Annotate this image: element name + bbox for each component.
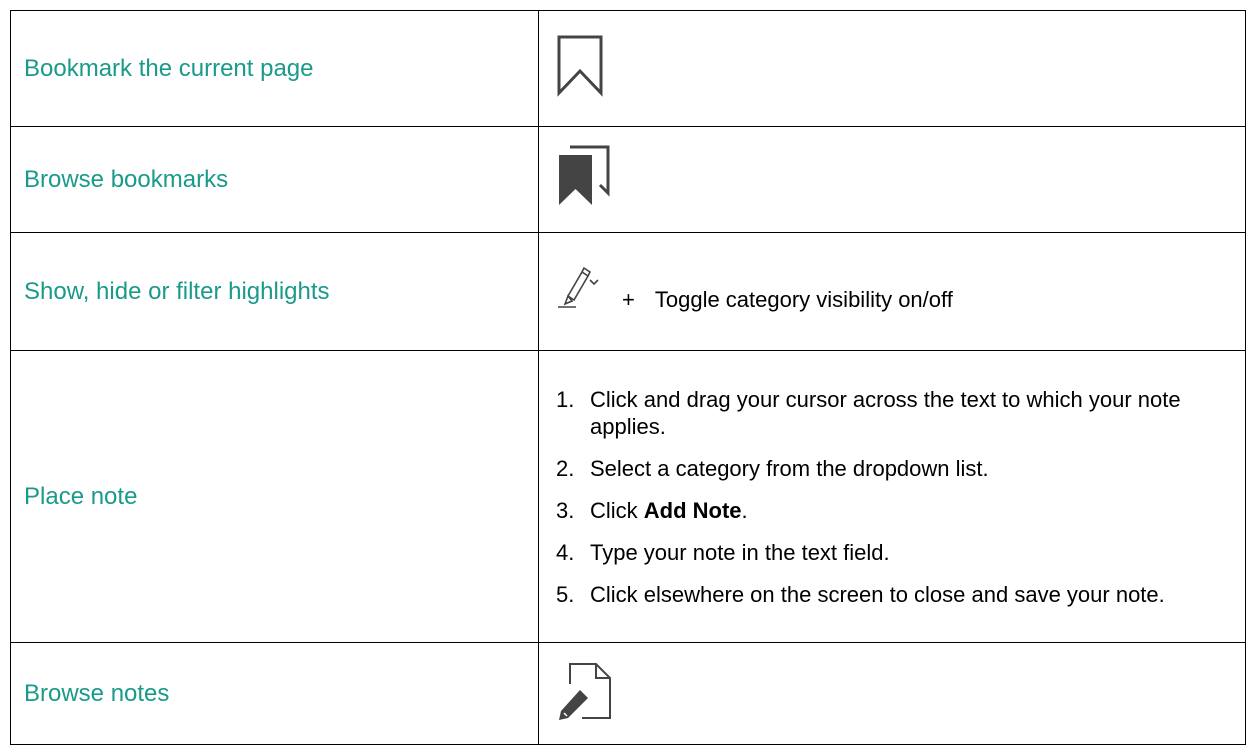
row-content: + Toggle category visibility on/off (538, 232, 1246, 351)
row-label: Browse notes (10, 642, 539, 745)
table-row: Browse notes (10, 642, 1246, 745)
step-text: Type your note in the text field. (590, 539, 890, 565)
table-row: Show, hide or filter highlights + Toggle… (10, 232, 1246, 351)
row-label: Place note (10, 350, 539, 643)
add-note-label: Add Note (643, 497, 742, 523)
step-number: 5. (556, 581, 575, 607)
row-label: Browse bookmarks (10, 126, 539, 233)
row-content (538, 126, 1246, 233)
step-number: 4. (556, 539, 575, 565)
row-content: 1. Click and drag your cursor across the… (538, 350, 1246, 643)
list-item: 3. Click Add Note. (556, 497, 1215, 524)
list-item: 5. Click elsewhere on the screen to clos… (556, 581, 1215, 608)
row-label: Show, hide or filter highlights (10, 232, 539, 351)
step-text-post: . (741, 497, 748, 523)
step-text-pre: Click (590, 497, 644, 523)
list-item: 4. Type your note in the text field. (556, 539, 1215, 566)
highlighter-dropdown-icon (556, 266, 600, 318)
bookmark-outline-icon (556, 35, 606, 103)
row-label: Bookmark the current page (10, 10, 539, 127)
table-row: Place note 1. Click and drag your cursor… (10, 350, 1246, 643)
table-row: Browse bookmarks (10, 126, 1246, 233)
step-number: 3. (556, 497, 575, 523)
step-text: Click elsewhere on the screen to close a… (590, 581, 1165, 607)
list-item: 2. Select a category from the dropdown l… (556, 455, 1215, 482)
reference-table: Bookmark the current page Browse bookmar… (10, 10, 1246, 745)
step-text: Select a category from the dropdown list… (590, 455, 989, 481)
toggle-instruction: Toggle category visibility on/off (654, 286, 953, 312)
note-pencil-icon (556, 660, 614, 728)
step-number: 1. (556, 386, 575, 412)
plus-sign: + (622, 286, 635, 312)
step-text: Click Add Note. (590, 497, 1215, 524)
step-text: Click and drag your cursor across the te… (590, 386, 1181, 439)
bookmarks-browse-icon (556, 145, 618, 215)
steps-list: 1. Click and drag your cursor across the… (556, 386, 1245, 608)
table-row: Bookmark the current page (10, 10, 1246, 127)
row-content (538, 642, 1246, 745)
row-content (538, 10, 1246, 127)
step-number: 2. (556, 455, 575, 481)
list-item: 1. Click and drag your cursor across the… (556, 386, 1215, 440)
